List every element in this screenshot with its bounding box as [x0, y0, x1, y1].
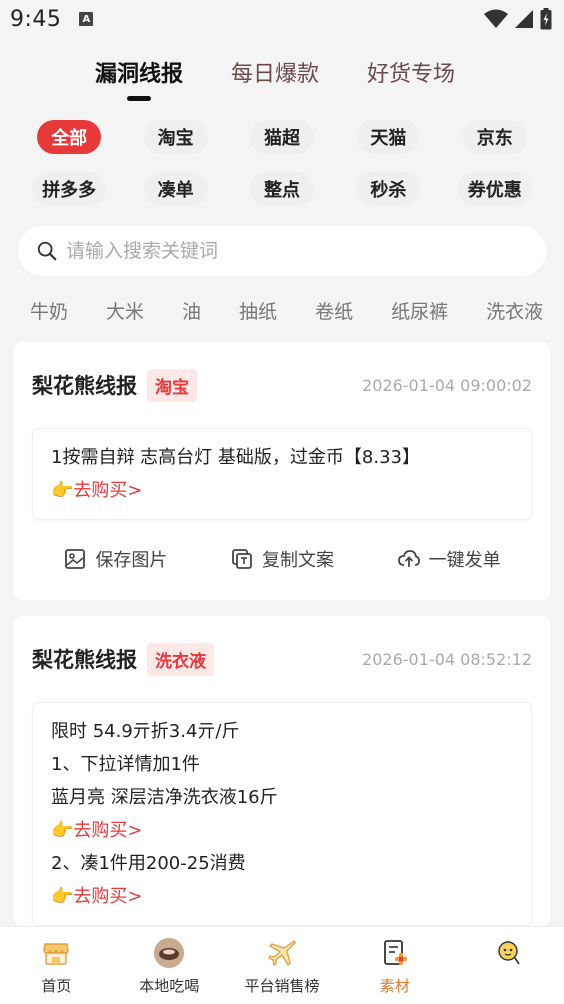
card-tag: 淘宝	[147, 368, 197, 402]
deal-card: 梨花熊线报 洗衣液 2026-01-04 08:52:12 限时 54.9亓折3…	[14, 616, 550, 926]
keyword-rice[interactable]: 大米	[106, 297, 144, 324]
food-avatar-icon	[153, 937, 185, 969]
tab-good-picks[interactable]: 好货专场	[367, 56, 455, 88]
nav-sales-rank-label: 平台销售榜	[244, 977, 320, 995]
category-grid: 全部 淘宝 猫超 天猫 京东 拼多多 凑单 整点 秒杀 券优惠	[0, 110, 564, 206]
keyword-row: 牛奶 大米 油 抽纸 卷纸 纸尿裤 洗衣液	[0, 292, 564, 328]
airplane-icon	[266, 937, 298, 969]
category-taobao[interactable]: 淘宝	[143, 120, 208, 154]
search-input[interactable]	[66, 240, 546, 262]
card-text-line: 限时 54.9亓折3.4亓/斤	[51, 721, 240, 742]
copy-icon	[232, 549, 252, 569]
category-maochao[interactable]: 猫超	[249, 120, 314, 154]
buy-link[interactable]: 👉去购买>	[51, 814, 513, 847]
card-time: 2026-01-04 08:52:12	[362, 649, 532, 669]
status-time: 9:45	[10, 6, 62, 32]
card-title: 梨花熊线报	[32, 374, 137, 398]
category-flash-sale[interactable]: 秒杀	[356, 172, 421, 206]
tab-daily-hot[interactable]: 每日爆款	[231, 56, 319, 88]
category-jd[interactable]: 京东	[462, 120, 527, 154]
search-bar	[18, 226, 546, 276]
profile-avatar-icon	[492, 937, 524, 969]
card-text-line: 2、凑1件用200-25消费	[51, 853, 246, 874]
copy-text-button[interactable]: 复制文案	[230, 546, 334, 572]
nav-home[interactable]: 首页	[0, 927, 113, 1004]
card-text-line: 1、下拉详情加1件	[51, 754, 200, 775]
keyword-oil[interactable]: 油	[182, 297, 201, 324]
keyword-diapers[interactable]: 纸尿裤	[391, 297, 448, 324]
one-click-send-button[interactable]: 一键发单	[397, 546, 501, 572]
store-icon	[40, 937, 72, 969]
card-actions: 保存图片 复制文案 一键发单	[32, 520, 532, 600]
deal-card: 梨花熊线报 淘宝 2026-01-04 09:00:02 1按需自辩 志高台灯 …	[14, 342, 550, 600]
copy-text-label: 复制文案	[261, 550, 334, 571]
wifi-icon	[484, 9, 508, 28]
battery-icon	[540, 8, 552, 30]
card-title: 梨花熊线报	[32, 648, 137, 672]
keyword-tissue[interactable]: 抽纸	[239, 297, 277, 324]
nav-local-food[interactable]: 本地吃喝	[113, 927, 226, 1004]
top-tabs: 漏洞线报 每日爆款 好货专场	[0, 38, 564, 110]
nav-profile[interactable]	[451, 927, 564, 1004]
tab-loophole-deals[interactable]: 漏洞线报	[95, 56, 183, 88]
nav-materials[interactable]: 素材	[338, 927, 451, 1004]
save-image-button[interactable]: 保存图片	[63, 546, 167, 572]
category-coupon[interactable]: 券优惠	[457, 172, 532, 206]
deal-feed: 梨花熊线报 淘宝 2026-01-04 09:00:02 1按需自辩 志高台灯 …	[14, 342, 550, 942]
category-pinduoduo[interactable]: 拼多多	[32, 172, 107, 206]
card-time: 2026-01-04 09:00:02	[362, 375, 532, 395]
image-icon	[65, 549, 86, 569]
keyword-roll-paper[interactable]: 卷纸	[315, 297, 353, 324]
cloud-upload-icon	[397, 550, 420, 567]
signal-icon	[515, 10, 533, 28]
keyword-milk[interactable]: 牛奶	[30, 297, 68, 324]
category-coudan[interactable]: 凑单	[143, 172, 208, 206]
nav-materials-label: 素材	[379, 977, 410, 995]
card-content: 限时 54.9亓折3.4亓/斤 1、下拉详情加1件 蓝月亮 深层洁净洗衣液16斤…	[32, 702, 532, 926]
category-all[interactable]: 全部	[37, 120, 102, 154]
card-content: 1按需自辩 志高台灯 基础版，过金币【8.33】 👉去购买>	[32, 428, 532, 520]
search-icon	[37, 241, 57, 261]
notification-a-icon: A	[79, 12, 94, 26]
save-image-label: 保存图片	[95, 550, 168, 571]
card-header: 梨花熊线报 洗衣液 2026-01-04 08:52:12	[32, 616, 532, 702]
card-text-line: 蓝月亮 深层洁净洗衣液16斤	[51, 787, 278, 808]
category-tmall[interactable]: 天猫	[356, 120, 421, 154]
one-click-send-label: 一键发单	[428, 550, 501, 571]
category-zhengdian[interactable]: 整点	[249, 172, 314, 206]
status-bar: 9:45 A	[0, 0, 564, 38]
bottom-nav: 首页 本地吃喝 平台销售榜 素材	[0, 926, 564, 1004]
buy-link[interactable]: 👉去购买>	[51, 474, 513, 507]
card-text-line: 1按需自辩 志高台灯 基础版，过金币【8.33】	[51, 447, 420, 468]
nav-local-food-label: 本地吃喝	[139, 977, 200, 995]
nav-sales-rank[interactable]: 平台销售榜	[226, 927, 339, 1004]
status-icons	[484, 8, 552, 30]
card-header: 梨花熊线报 淘宝 2026-01-04 09:00:02	[32, 342, 532, 428]
nav-home-label: 首页	[41, 977, 72, 995]
document-flower-icon	[379, 937, 411, 969]
keyword-detergent[interactable]: 洗衣液	[486, 297, 543, 324]
card-tag: 洗衣液	[147, 642, 214, 676]
buy-link[interactable]: 👉去购买>	[51, 880, 513, 913]
